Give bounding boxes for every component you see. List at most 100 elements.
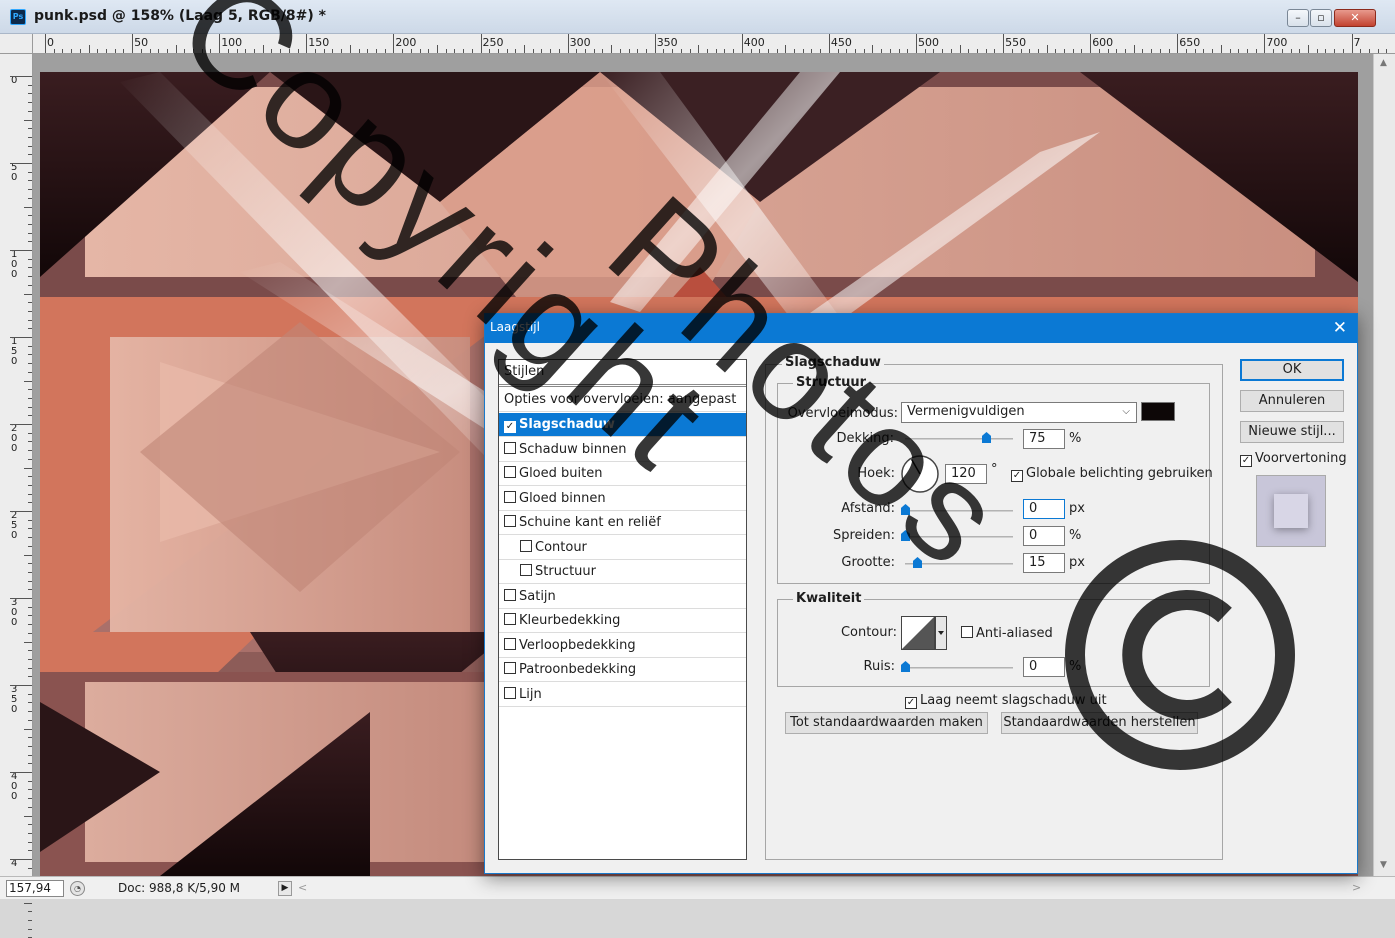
shadow-color-swatch[interactable] <box>1141 402 1175 421</box>
ruler-tick <box>28 519 32 521</box>
ruler-tick <box>28 667 32 669</box>
ruler-minor-tick <box>1246 49 1248 53</box>
checkbox-icon[interactable] <box>504 588 516 601</box>
noise-slider[interactable] <box>905 667 1013 669</box>
distance-slider[interactable] <box>905 510 1013 512</box>
style-item-slagschaduw[interactable]: ✓ Slagschaduw <box>499 413 746 437</box>
checkbox-icon[interactable] <box>520 564 532 576</box>
checkbox-icon[interactable] <box>504 466 516 478</box>
style-preview-swatch <box>1274 494 1308 528</box>
style-item-label: Contour <box>535 539 587 555</box>
angle-dial-icon[interactable] <box>900 454 940 494</box>
style-item-patroonbedekking[interactable]: Patroonbedekking <box>499 658 746 682</box>
dialog-titlebar[interactable]: Laagstijl ✕ <box>485 314 1357 343</box>
ruler-minor-tick <box>166 49 168 53</box>
knockout-label: Laag neemt slagschaduw uit <box>920 693 1107 708</box>
ruler-label: 350 <box>656 36 678 49</box>
document-titlebar[interactable]: Ps punk.psd @ 158% (Laag 5, RGB/8#) * – … <box>0 0 1395 34</box>
style-item-verloopbedekking[interactable]: Verloopbedekking <box>499 634 746 658</box>
ruler-tick <box>28 745 32 747</box>
style-item-schuine-kant-en-reli-f[interactable]: Schuine kant en reliëf <box>499 511 746 535</box>
checkbox-icon[interactable] <box>504 637 516 650</box>
reset-default-button[interactable]: Standaardwaarden herstellen <box>1001 712 1198 734</box>
preview-check-icon[interactable]: ✓ <box>1240 455 1252 467</box>
checkbox-icon[interactable] <box>504 441 516 454</box>
vertical-ruler[interactable]: 0 50 100 150 200 250 300 350 400 4 <box>0 54 33 938</box>
status-menu-arrow-icon[interactable]: ▶ <box>278 881 292 896</box>
close-window-button[interactable]: ✕ <box>1334 9 1376 27</box>
opacity-input[interactable]: 75 <box>1023 429 1065 449</box>
ruler-minor-tick <box>1229 49 1231 53</box>
style-item-kleurbedekking[interactable]: Kleurbedekking <box>499 609 746 633</box>
ruler-origin-corner[interactable] <box>0 34 33 54</box>
style-item-schaduw-binnen[interactable]: Schaduw binnen <box>499 438 746 462</box>
style-item-gloed-buiten[interactable]: Gloed buiten <box>499 462 746 486</box>
global-light-checkbox[interactable]: ✓ Globale belichting gebruiken <box>1011 466 1213 482</box>
ruler-tick <box>28 571 32 573</box>
checkbox-icon[interactable] <box>504 686 516 699</box>
checkbox-icon[interactable]: ✓ <box>504 421 516 433</box>
ruler-minor-tick <box>672 49 674 53</box>
ruler-tick <box>28 128 32 130</box>
style-item-gloed-binnen[interactable]: Gloed binnen <box>499 487 746 511</box>
ruler-tick <box>28 197 32 199</box>
style-item-structuur[interactable]: Structuur <box>499 560 746 584</box>
checkbox-icon[interactable] <box>504 662 516 674</box>
ruler-minor-tick <box>820 49 822 53</box>
style-item-lijn[interactable]: Lijn <box>499 683 746 707</box>
ruler-tick <box>28 223 32 225</box>
styles-header[interactable]: Stijlen <box>499 360 746 387</box>
preview-checkbox[interactable]: ✓ Voorvertoning <box>1240 451 1347 467</box>
ruler-minor-tick <box>889 49 891 53</box>
contour-picker[interactable] <box>901 616 947 650</box>
cancel-button[interactable]: Annuleren <box>1240 390 1344 412</box>
ruler-minor-tick <box>1334 49 1336 53</box>
blend-options-item[interactable]: Opties voor overvloeien: aangepast <box>499 388 746 412</box>
document-title: punk.psd @ 158% (Laag 5, RGB/8#) * <box>34 8 326 24</box>
scroll-up-icon[interactable]: ▲ <box>1380 58 1387 68</box>
ruler-minor-tick <box>149 49 151 53</box>
scroll-right-icon[interactable]: > <box>1352 881 1361 894</box>
knockout-checkbox[interactable]: ✓ Laag neemt slagschaduw uit <box>905 693 1107 709</box>
noise-input[interactable]: 0 <box>1023 657 1065 677</box>
scroll-left-icon[interactable]: < <box>298 881 307 894</box>
global-light-check-icon[interactable]: ✓ <box>1011 470 1023 482</box>
ruler-minor-tick <box>1168 49 1170 53</box>
horizontal-ruler[interactable]: 0 50 100 150 200 250 300 350 400 450 500 550 600 650 7… <box>0 34 1395 54</box>
close-icon[interactable]: ✕ <box>1333 318 1347 338</box>
opacity-slider[interactable] <box>905 438 1013 440</box>
size-input[interactable]: 15 <box>1023 553 1065 573</box>
vertical-scrollbar[interactable]: ▲ ▼ <box>1373 54 1395 876</box>
maximize-button[interactable]: ▫ <box>1310 9 1332 27</box>
ruler-minor-tick <box>558 49 560 53</box>
blend-mode-select[interactable]: Vermenigvuldigen ⌵ <box>901 402 1137 423</box>
spread-input[interactable]: 0 <box>1023 526 1065 546</box>
distance-input[interactable]: 0 <box>1023 499 1065 519</box>
make-default-button[interactable]: Tot standaardwaarden maken <box>785 712 988 734</box>
style-item-contour[interactable]: Contour <box>499 536 746 560</box>
spread-slider[interactable] <box>905 536 1013 538</box>
minimize-button[interactable]: – <box>1287 9 1309 27</box>
checkbox-icon[interactable] <box>504 490 516 503</box>
ruler-tick <box>28 493 32 495</box>
scroll-down-icon[interactable]: ▼ <box>1380 860 1387 870</box>
ruler-minor-tick <box>175 45 177 53</box>
ok-button[interactable]: OK <box>1240 359 1344 381</box>
style-preview-thumbnail <box>1256 475 1326 547</box>
ruler-minor-tick <box>341 49 343 53</box>
style-item-satijn[interactable]: Satijn <box>499 585 746 609</box>
antialiased-checkbox[interactable]: Anti-aliased <box>961 626 1053 641</box>
antialiased-check-icon[interactable] <box>961 626 973 638</box>
ruler-tick <box>28 145 32 147</box>
zoom-level-field[interactable]: 157,94 <box>6 880 64 897</box>
checkbox-icon[interactable] <box>520 539 532 552</box>
ruler-minor-tick <box>698 45 700 53</box>
knockout-check-icon[interactable]: ✓ <box>905 697 917 709</box>
checkbox-icon[interactable] <box>504 515 516 527</box>
checkbox-icon[interactable] <box>504 613 516 625</box>
angle-input[interactable]: 120 <box>945 464 987 484</box>
document-info-icon[interactable]: ◔ <box>70 881 85 896</box>
new-style-button[interactable]: Nieuwe stijl... <box>1240 421 1344 443</box>
ruler-minor-tick <box>1186 49 1187 53</box>
ruler-minor-tick <box>193 49 195 53</box>
